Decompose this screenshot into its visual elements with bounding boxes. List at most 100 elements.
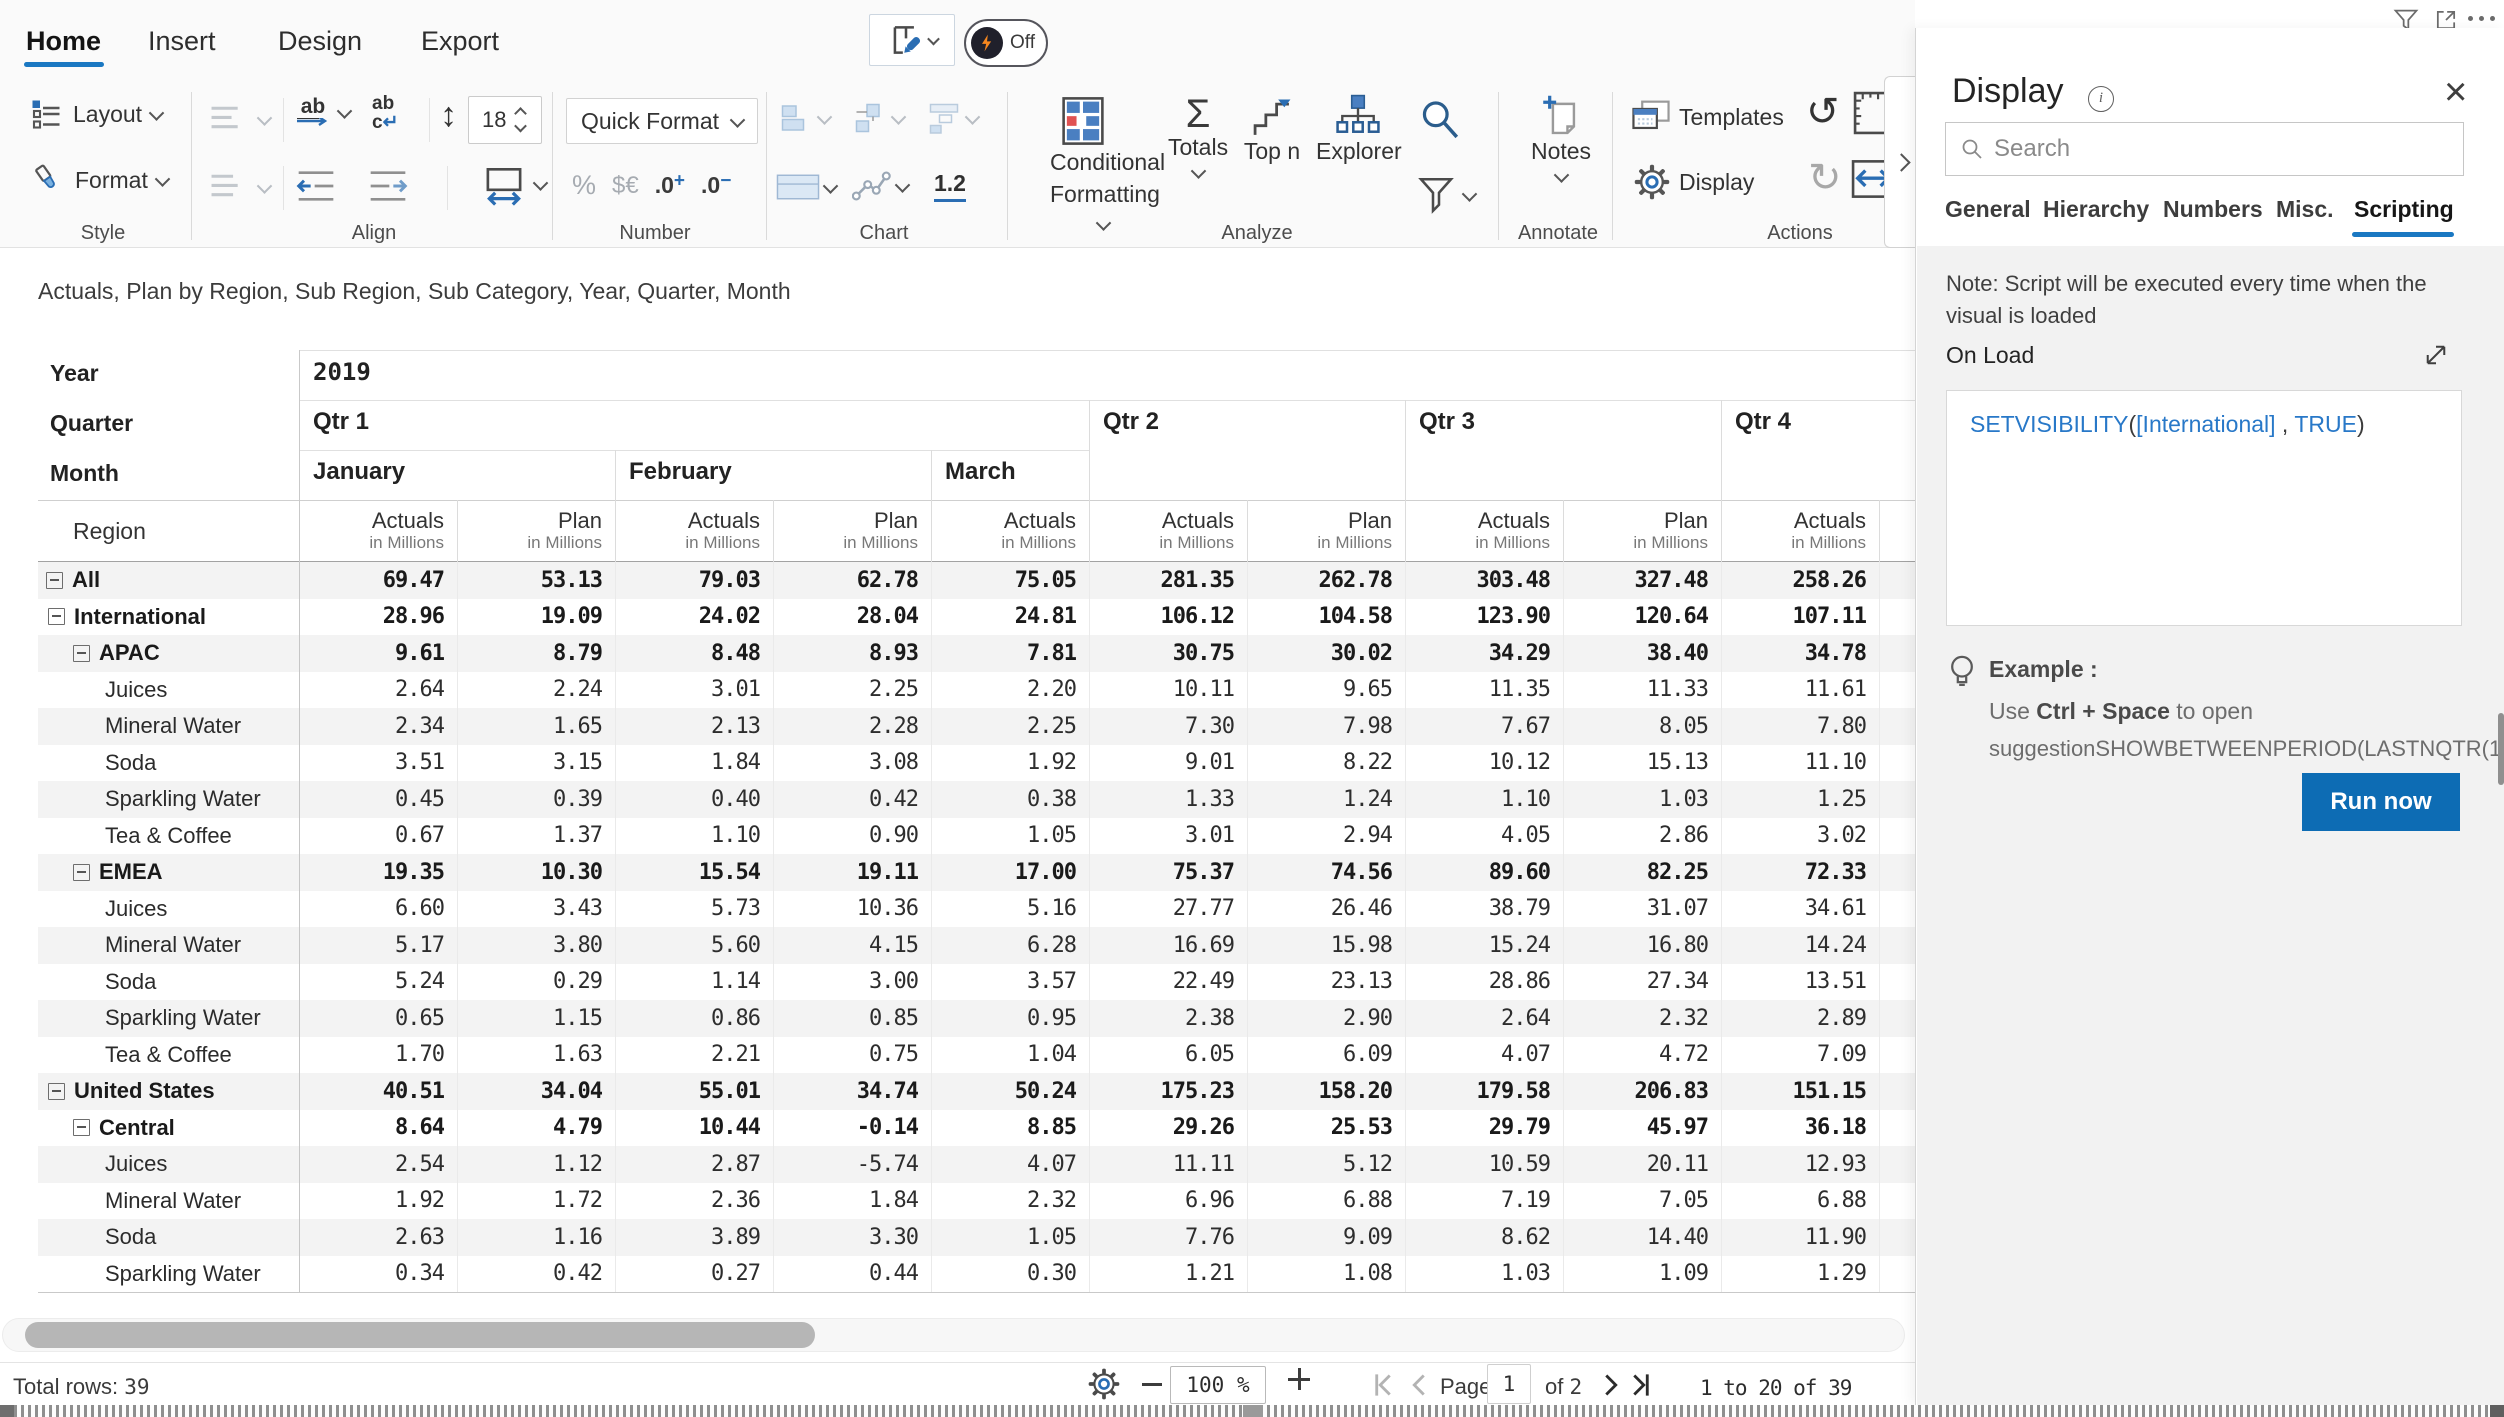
- collapse-icon[interactable]: [46, 572, 63, 589]
- increase-indent-icon[interactable]: [368, 168, 408, 204]
- collapse-icon[interactable]: [73, 864, 90, 881]
- collapse-icon[interactable]: [48, 608, 65, 625]
- horizontal-align-button[interactable]: [210, 170, 270, 204]
- undo-button[interactable]: ↺: [1806, 92, 1840, 132]
- font-size-stepper[interactable]: 18: [468, 96, 542, 144]
- script-editor[interactable]: SETVISIBILITY([International] , TRUE): [1946, 390, 2462, 626]
- panel-expander[interactable]: [1884, 76, 1917, 248]
- text-overflow-button[interactable]: ab: [296, 96, 350, 128]
- decrease-icon[interactable]: [515, 119, 528, 132]
- display-button[interactable]: Display: [1634, 164, 1754, 200]
- tab-scripting[interactable]: Scripting: [2354, 196, 2454, 223]
- horizontal-scrollbar-thumb[interactable]: [25, 1322, 815, 1348]
- month-value[interactable]: January: [313, 458, 405, 486]
- quick-format-dropdown[interactable]: Quick Format: [566, 98, 758, 144]
- page-scrollbar-right-end[interactable]: [2490, 1405, 2504, 1417]
- explorer-button[interactable]: Explorer: [1316, 94, 1400, 165]
- close-icon[interactable]: ×: [2444, 72, 2467, 112]
- edit-mode-button[interactable]: [869, 14, 955, 66]
- column-header[interactable]: Actualsin Millions: [1721, 509, 1879, 553]
- column-header[interactable]: Actualsin Millions: [1089, 509, 1247, 553]
- tab-hierarchy[interactable]: Hierarchy: [2043, 196, 2149, 223]
- region-column-header[interactable]: Region: [38, 518, 299, 545]
- panel-search[interactable]: Search: [1945, 122, 2464, 176]
- decrease-indent-icon[interactable]: [296, 168, 336, 204]
- page-number-input[interactable]: [1487, 1364, 1531, 1404]
- waterfall-chart-dropdown[interactable]: [852, 100, 904, 136]
- tab-general[interactable]: General: [1945, 196, 2031, 223]
- row-label-cell: APAC: [38, 640, 299, 666]
- totals-button[interactable]: Σ Totals: [1168, 94, 1228, 183]
- search-data-icon[interactable]: [1418, 98, 1460, 142]
- row-height-icon[interactable]: ↕: [440, 98, 457, 132]
- column-header[interactable]: Planin Millions: [1563, 509, 1721, 553]
- bar-chart-dropdown[interactable]: [778, 100, 830, 136]
- tab-insert[interactable]: Insert: [148, 26, 216, 57]
- top-n-button[interactable]: Top n: [1240, 98, 1304, 165]
- column-header[interactable]: Planin Millions: [1247, 509, 1405, 553]
- collapse-icon[interactable]: [73, 1119, 90, 1136]
- tab-export[interactable]: Export: [421, 26, 499, 57]
- quarter-value[interactable]: Qtr 4: [1735, 408, 1791, 436]
- script-line: SETVISIBILITY([International] , TRUE): [1970, 411, 2461, 438]
- run-now-button[interactable]: Run now: [2302, 773, 2460, 831]
- quarter-value[interactable]: Qtr 1: [313, 408, 369, 436]
- increase-decimal-button[interactable]: .0+: [655, 172, 685, 199]
- horizontal-scrollbar-track[interactable]: [2, 1318, 1905, 1352]
- panel-scrollbar-thumb[interactable]: [2498, 713, 2504, 785]
- wrap-text-button[interactable]: ab c↵: [372, 94, 399, 132]
- column-header[interactable]: Actualsin Millions: [931, 509, 1089, 553]
- page-pen-icon: [887, 21, 925, 59]
- templates-button[interactable]: Templates: [1632, 100, 1784, 134]
- info-icon[interactable]: i: [2088, 86, 2114, 112]
- more-options-icon[interactable]: [2468, 16, 2495, 21]
- first-page-button[interactable]: [1372, 1372, 1398, 1398]
- table-view-dropdown[interactable]: [776, 172, 836, 202]
- filter-rows-button[interactable]: [1418, 176, 1475, 214]
- page-scrollbar-thumb[interactable]: [1243, 1405, 1263, 1417]
- tab-misc[interactable]: Misc.: [2276, 196, 2334, 223]
- conditional-formatting-button[interactable]: [1062, 96, 1104, 146]
- previous-page-button[interactable]: [1406, 1372, 1432, 1398]
- table-row: Juices2.642.243.012.252.2010.119.6511.35…: [38, 672, 1915, 709]
- format-button[interactable]: Format: [30, 162, 168, 198]
- zoom-in-button[interactable]: [1288, 1368, 1310, 1390]
- expand-editor-icon[interactable]: [2423, 342, 2449, 368]
- page-scrollbar-track[interactable]: [0, 1405, 2504, 1417]
- tab-design[interactable]: Design: [278, 26, 362, 57]
- percent-format-button[interactable]: %: [572, 170, 596, 201]
- next-page-button[interactable]: [1598, 1372, 1624, 1398]
- tab-numbers[interactable]: Numbers: [2163, 196, 2263, 223]
- notes-button[interactable]: Notes: [1526, 94, 1596, 187]
- zoom-out-button[interactable]: [1142, 1383, 1162, 1386]
- gantt-chart-dropdown[interactable]: [926, 100, 978, 136]
- increase-icon[interactable]: [515, 107, 528, 120]
- column-header[interactable]: Actualsin Millions: [1405, 509, 1563, 553]
- column-header[interactable]: Actualsin Millions: [299, 509, 457, 553]
- cell-value: 1.03: [1563, 787, 1721, 812]
- decrease-decimal-button[interactable]: .0−: [701, 172, 731, 199]
- month-value[interactable]: March: [945, 458, 1016, 486]
- last-page-button[interactable]: [1626, 1372, 1652, 1398]
- quarter-value[interactable]: Qtr 2: [1103, 408, 1159, 436]
- column-header[interactable]: Planin Millions: [773, 509, 931, 553]
- zoom-level-field[interactable]: 100 %: [1170, 1366, 1266, 1404]
- live-mode-toggle[interactable]: Off: [964, 19, 1048, 67]
- tab-home[interactable]: Home: [26, 26, 101, 57]
- column-header[interactable]: Actualsin Millions: [615, 509, 773, 553]
- collapse-icon[interactable]: [73, 645, 90, 662]
- line-chart-dropdown[interactable]: [852, 168, 908, 204]
- column-width-button[interactable]: [482, 162, 546, 206]
- month-value[interactable]: February: [629, 458, 732, 486]
- table-settings-gear-icon[interactable]: [1088, 1368, 1120, 1400]
- collapse-icon[interactable]: [48, 1083, 65, 1100]
- column-header[interactable]: Planin Millions: [457, 509, 615, 553]
- currency-format-button[interactable]: $€: [612, 172, 639, 200]
- page-scrollbar-left-end[interactable]: [0, 1405, 14, 1417]
- redo-button[interactable]: ↻: [1808, 158, 1842, 198]
- number-scale-button[interactable]: 1.2: [934, 170, 966, 202]
- year-value[interactable]: 2019: [313, 358, 371, 386]
- layout-button[interactable]: Layout: [28, 96, 162, 132]
- vertical-align-button[interactable]: [210, 102, 270, 136]
- quarter-value[interactable]: Qtr 3: [1419, 408, 1475, 436]
